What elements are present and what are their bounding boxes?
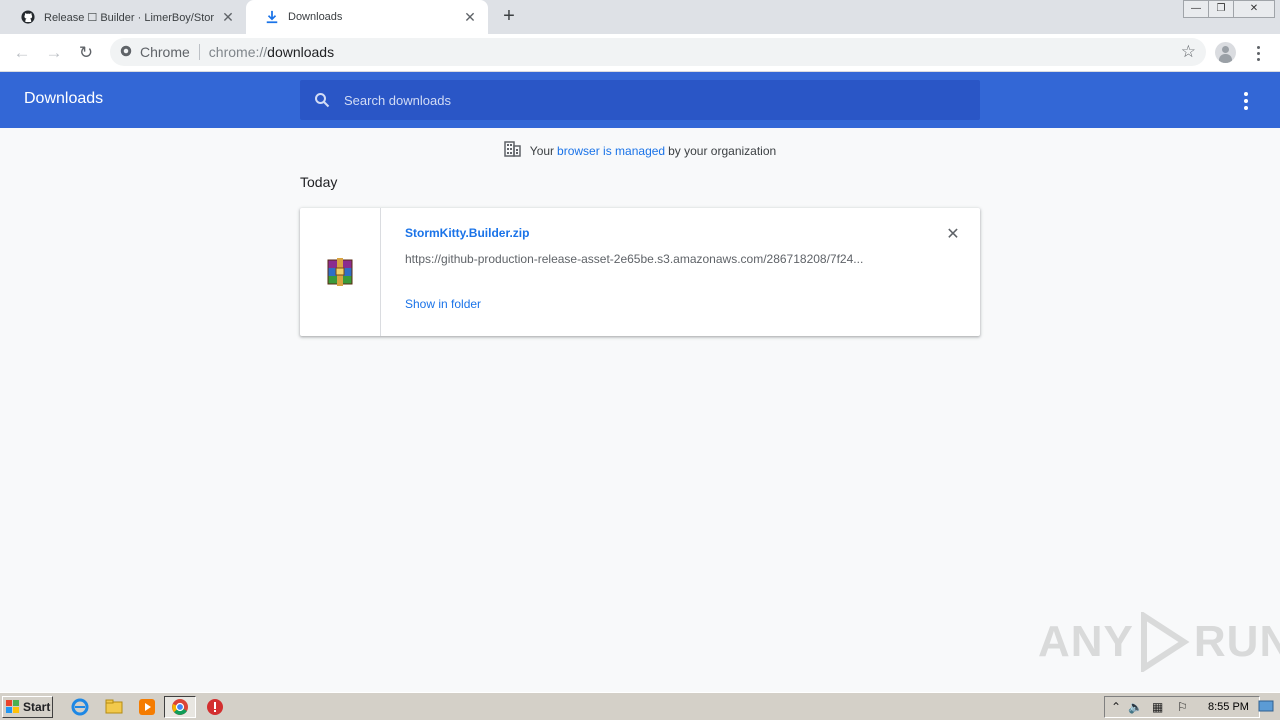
search-box[interactable] — [300, 80, 980, 120]
volume-icon[interactable]: 🔈 — [1128, 700, 1143, 714]
tab-downloads[interactable]: Downloads ✕ — [246, 0, 488, 34]
url-host: downloads — [267, 44, 335, 60]
start-label: Start — [23, 700, 51, 714]
downloads-header: Downloads — [0, 72, 1280, 128]
managed-prefix: Your — [529, 143, 555, 158]
download-icon — [264, 9, 280, 25]
show-desktop-icon[interactable] — [1258, 698, 1274, 716]
tab-strip: Release ☐ Builder · LimerBoy/StormKitty … — [0, 0, 1280, 34]
download-source-url[interactable]: https://github-production-release-asset-… — [405, 252, 900, 266]
date-heading: Today — [300, 174, 338, 190]
chrome-icon — [120, 44, 132, 60]
remove-download-icon[interactable]: ✕ — [944, 226, 962, 244]
download-item: StormKitty.Builder.zip https://github-pr… — [300, 208, 980, 336]
new-tab-button[interactable]: + — [498, 6, 520, 28]
windows-logo-icon — [6, 700, 19, 713]
restore-button[interactable]: ❐ — [1208, 0, 1234, 18]
action-center-flag-icon[interactable]: ⚐ — [1177, 700, 1188, 714]
watermark-left: ANY — [1038, 617, 1134, 666]
window-close-button[interactable]: ✕ — [1233, 0, 1275, 18]
reload-button[interactable]: ↻ — [74, 41, 98, 65]
start-button[interactable]: Start — [2, 696, 53, 718]
minimize-button[interactable]: — — [1183, 0, 1209, 18]
profile-avatar-icon[interactable] — [1215, 42, 1236, 63]
search-input[interactable] — [344, 92, 944, 108]
media-player-icon[interactable] — [138, 698, 156, 716]
chrome-taskbar-icon — [172, 699, 188, 715]
managed-suffix: by your organization — [668, 143, 777, 158]
tab-title: Release ☐ Builder · LimerBoy/StormKitty — [44, 11, 214, 24]
origin-chip: Chrome — [140, 44, 190, 60]
file-icon-column — [300, 208, 381, 336]
file-explorer-icon[interactable] — [105, 698, 123, 716]
omnibox-divider — [198, 44, 200, 60]
tab-close-icon[interactable]: ✕ — [220, 9, 236, 25]
url-scheme: chrome:// — [208, 44, 268, 60]
tab-close-icon[interactable]: ✕ — [462, 9, 478, 25]
browser-toolbar: ← → ↻ Chrome chrome:// downloads ☆ — [0, 34, 1280, 72]
download-file-link[interactable]: StormKitty.Builder.zip — [405, 226, 529, 240]
play-logo-icon — [1140, 612, 1190, 672]
managed-notice: Your browser is managed by your organiza… — [0, 141, 1280, 160]
taskbar-chrome-active[interactable] — [164, 696, 196, 718]
internet-explorer-icon[interactable] — [71, 698, 89, 716]
chrome-menu-icon[interactable] — [1252, 42, 1264, 64]
back-button[interactable]: ← — [10, 41, 34, 65]
taskbar-clock: 8:55 PM — [1208, 701, 1249, 713]
tray-expand-icon[interactable]: ⌃ — [1111, 700, 1121, 714]
watermark-right: RUN — [1193, 617, 1280, 666]
address-bar[interactable]: Chrome chrome:// downloads ☆ — [110, 38, 1206, 66]
network-icon[interactable]: ▦ — [1152, 700, 1163, 714]
page-title: Downloads — [24, 90, 104, 107]
bookmark-star-icon[interactable]: ☆ — [1181, 42, 1196, 62]
winrar-archive-icon — [324, 256, 356, 288]
github-icon — [20, 9, 36, 25]
security-app-icon[interactable] — [206, 698, 224, 716]
tab-github-release[interactable]: Release ☐ Builder · LimerBoy/StormKitty … — [2, 0, 246, 34]
taskbar: Start ⌃ 🔈 ▦ ⚐ 8:55 PM — [0, 692, 1280, 720]
tab-title: Downloads — [288, 11, 343, 23]
search-icon — [300, 92, 344, 108]
building-icon — [504, 141, 521, 160]
downloads-menu-icon[interactable] — [1240, 90, 1252, 112]
forward-button[interactable]: → — [42, 41, 66, 65]
anyrun-watermark: ANY RUN — [1038, 612, 1280, 672]
managed-link[interactable]: browser is managed — [557, 144, 665, 158]
show-in-folder-link[interactable]: Show in folder — [405, 297, 481, 311]
